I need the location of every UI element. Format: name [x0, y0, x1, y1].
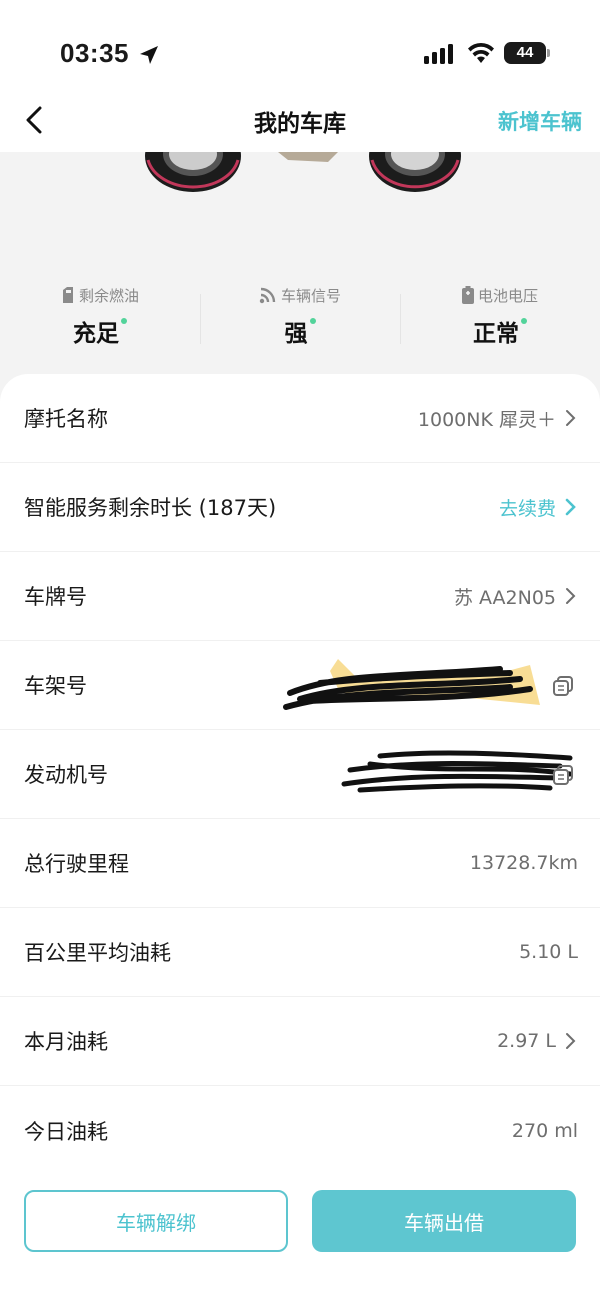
row-avg-fuel: 百公里平均油耗 5.10 L	[0, 908, 600, 997]
chevron-right-icon	[566, 1033, 576, 1049]
status-dot	[121, 318, 127, 324]
row-label: 本月油耗	[24, 1030, 108, 1054]
chevron-right-icon	[566, 410, 576, 426]
row-frame-number: 车架号	[0, 641, 600, 730]
motorcycle-image	[145, 152, 461, 192]
renew-link[interactable]: 去续费	[499, 494, 556, 521]
row-value: 270 ml	[511, 1119, 578, 1142]
copy-icon[interactable]	[552, 764, 574, 786]
stat-value: 强	[284, 321, 308, 347]
row-plate[interactable]: 车牌号 苏 AA2N05	[0, 552, 600, 641]
vehicle-stats: 剩余燃油 充足 车辆信号 强 电池电压 正常	[0, 282, 600, 362]
row-month-fuel[interactable]: 本月油耗 2.97 L	[0, 997, 600, 1086]
row-total-mileage: 总行驶里程 13728.7km	[0, 819, 600, 908]
row-label: 车牌号	[24, 585, 87, 609]
stat-fuel: 剩余燃油 充足	[0, 282, 200, 362]
vehicle-details-card: 摩托名称 1000NK 犀灵＋ 智能服务剩余时长 (187天) 去续费 车牌号 …	[0, 374, 600, 1184]
fuel-icon	[62, 287, 73, 303]
row-value: 13728.7km	[469, 852, 578, 874]
row-today-fuel: 今日油耗 270 ml	[0, 1086, 600, 1175]
row-label: 车架号	[24, 674, 87, 698]
row-value: 1000NK 犀灵＋	[417, 408, 556, 431]
chevron-right-icon	[566, 588, 576, 604]
cellular-signal-icon	[424, 44, 453, 64]
row-label: 摩托名称	[24, 407, 108, 431]
stat-label: 电池电压	[477, 286, 538, 305]
row-value: 苏 AA2N05	[453, 586, 556, 609]
row-label: 发动机号	[24, 763, 108, 787]
vehicle-hero: 剩余燃油 充足 车辆信号 强 电池电压 正常	[0, 152, 600, 402]
battery-icon	[461, 286, 474, 304]
row-label: 今日油耗	[24, 1119, 108, 1144]
stat-battery: 电池电压 正常	[400, 282, 600, 362]
stat-label: 车辆信号	[280, 286, 341, 305]
row-label: 百公里平均油耗	[24, 941, 171, 965]
wifi-icon	[468, 42, 494, 63]
status-time: 03:35	[60, 38, 129, 68]
status-dot	[521, 318, 527, 324]
add-vehicle-button[interactable]: 新增车辆	[498, 106, 582, 136]
lend-vehicle-button[interactable]: 车辆出借	[312, 1190, 576, 1252]
signal-rss-icon	[259, 287, 276, 304]
stat-value: 正常	[473, 321, 519, 347]
copy-icon[interactable]	[552, 675, 574, 697]
bottom-action-bar: 车辆解绑 车辆出借	[0, 1178, 600, 1302]
row-label: 总行驶里程	[24, 852, 129, 876]
row-moto-name[interactable]: 摩托名称 1000NK 犀灵＋	[0, 374, 600, 463]
location-arrow-icon	[140, 46, 158, 64]
chevron-right-icon	[565, 498, 576, 516]
battery-status-icon: 44	[504, 42, 550, 64]
stat-label: 剩余燃油	[78, 286, 139, 305]
row-value: 5.10 L	[519, 941, 578, 963]
redacted-scribble	[341, 750, 573, 793]
stat-signal: 车辆信号 强	[200, 282, 400, 362]
battery-level: 44	[516, 44, 534, 61]
redacted-scribble	[283, 659, 540, 710]
unbind-vehicle-button[interactable]: 车辆解绑	[24, 1190, 288, 1252]
nav-bar: 我的车库 新增车辆	[0, 90, 600, 152]
row-label: 智能服务剩余时长 (187天)	[24, 496, 277, 520]
row-smart-service[interactable]: 智能服务剩余时长 (187天) 去续费	[0, 463, 600, 552]
status-dot	[309, 318, 316, 324]
row-value: 2.97 L	[497, 1030, 556, 1052]
row-engine-number: 发动机号	[0, 730, 600, 819]
stat-value: 充足	[73, 321, 119, 347]
